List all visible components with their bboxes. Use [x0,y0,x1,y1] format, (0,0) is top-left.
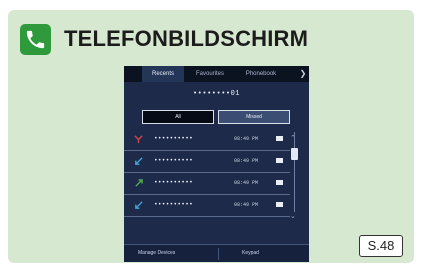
manage-devices-button[interactable]: Manage Devices [138,250,175,256]
incoming-call-icon [135,201,143,209]
device-icon [276,202,283,207]
page-reference-badge: S.48 [359,235,403,257]
call-time: 08:49 PM [234,202,259,208]
call-name: •••••••••• [154,157,194,164]
phone-icon [20,24,51,55]
call-row[interactable]: •••••••••• 08:49 PM [124,152,290,173]
call-time: 08:49 PM [234,136,259,142]
scrollbar-track[interactable] [294,132,295,212]
missed-call-icon [134,135,143,144]
device-icon [276,136,283,141]
device-icon [276,158,283,163]
tab-recents[interactable]: Recents [142,66,184,82]
scrollbar-thumb[interactable] [291,148,298,160]
call-name: •••••••••• [154,135,194,142]
filter-all-button[interactable]: All [142,110,214,124]
call-name: •••••••••• [154,179,194,186]
call-time: 08:49 PM [234,158,259,164]
device-icon [276,180,283,185]
call-row[interactable]: •••••••••• 08:49 PM [124,196,290,217]
call-name: •••••••••• [154,201,194,208]
filter-missed-button[interactable]: Missed [218,110,290,124]
tab-bar: Recents Favourites Phonebook ❯ [124,66,309,82]
call-time: 08:49 PM [234,180,259,186]
scroll-down-icon[interactable]: ⌄ [290,212,296,220]
divider [218,248,219,260]
keypad-button[interactable]: Keypad [242,250,259,256]
call-row[interactable]: •••••••••• 08:49 PM [124,174,290,195]
incoming-call-icon [135,157,143,165]
phone-number: ••••••••01 [192,90,240,98]
phone-screen: Recents Favourites Phonebook ❯ ••••••••0… [124,66,309,262]
page-title: TELEFONBILDSCHIRM [64,26,309,51]
outgoing-call-icon [135,179,143,187]
bottom-bar: Manage Devices Keypad [124,244,309,262]
tab-phonebook[interactable]: Phonebook [236,66,286,82]
call-row[interactable]: •••••••••• 08:49 PM [124,130,290,151]
chevron-right-icon[interactable]: ❯ [297,66,309,82]
tab-favourites[interactable]: Favourites [186,66,234,82]
